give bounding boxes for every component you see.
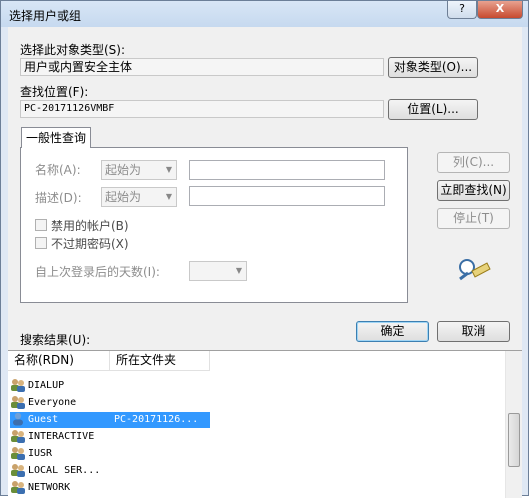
days-since-login-label: 自上次登录后的天数(I):: [35, 265, 160, 279]
locations-button[interactable]: 位置(L)...: [388, 99, 478, 120]
object-type-field: 用户或内置安全主体: [20, 58, 384, 76]
no-expire-checkbox[interactable]: [35, 237, 47, 249]
tab-general-query[interactable]: 一般性查询: [21, 127, 91, 148]
group-icon: [10, 480, 26, 494]
column-header-name[interactable]: 名称(RDN): [8, 351, 110, 371]
no-expire-label: 不过期密码(X): [51, 237, 129, 251]
group-icon: [10, 429, 26, 443]
row-name-text: Everyone: [28, 397, 77, 408]
table-row[interactable]: Everyone: [10, 395, 210, 411]
group-icon: [10, 446, 26, 460]
row-name: INTERACTIVE: [10, 429, 110, 445]
chevron-down-icon: ▼: [235, 266, 242, 275]
description-match-select[interactable]: 起始为 ▼: [101, 187, 177, 207]
window-title: 选择用户或组: [9, 9, 82, 23]
chevron-down-icon: ▼: [165, 165, 172, 174]
title-bar: 选择用户或组 ? X: [1, 1, 528, 27]
location-label: 查找位置(F):: [20, 85, 89, 99]
search-results-label: 搜索结果(U):: [20, 333, 91, 347]
table-row[interactable]: NETWORK: [10, 480, 210, 496]
table-row[interactable]: LOCAL SER...: [10, 463, 210, 479]
name-match-value: 起始为: [105, 163, 142, 177]
find-now-button[interactable]: 立即查找(N): [437, 180, 510, 201]
row-name: LOCAL SER...: [10, 463, 110, 479]
columns-button[interactable]: 列(C)...: [437, 152, 510, 173]
description-input[interactable]: [189, 186, 385, 206]
row-name: Everyone: [10, 395, 110, 411]
row-name-text: IUSR: [28, 448, 53, 459]
row-name-text: LOCAL SER...: [28, 465, 101, 476]
row-name: NETWORK: [10, 480, 110, 496]
row-name-text: NETWORK: [28, 482, 71, 493]
row-name-text: DIALUP: [28, 380, 65, 391]
days-since-login-select[interactable]: ▼: [189, 261, 247, 281]
cancel-button[interactable]: 取消: [437, 321, 510, 342]
general-query-panel: 名称(A): 起始为 ▼ 描述(D): 起始为 ▼ 禁用的帐户(B) 不过期密码…: [20, 147, 408, 303]
table-row[interactable]: IUSR: [10, 446, 210, 462]
name-match-select[interactable]: 起始为 ▼: [101, 160, 177, 180]
group-icon: [10, 463, 26, 477]
scrollbar-thumb[interactable]: [508, 413, 520, 467]
user-icon: [10, 412, 26, 426]
group-icon: [10, 395, 26, 409]
chevron-down-icon: ▼: [165, 192, 172, 201]
table-row[interactable]: INTERACTIVE: [10, 429, 210, 445]
search-results-list[interactable]: 名称(RDN) 所在文件夹 DIALUP Everyone Guest PC-2017…: [8, 350, 522, 498]
object-types-button[interactable]: 对象类型(O)...: [388, 57, 478, 78]
description-label: 描述(D):: [35, 191, 82, 205]
table-row[interactable]: Guest PC-20171126...: [10, 412, 210, 428]
row-name-text: Guest: [28, 414, 59, 425]
group-icon: [10, 378, 26, 392]
description-match-value: 起始为: [105, 190, 142, 204]
vertical-scrollbar[interactable]: [505, 351, 522, 498]
select-users-dialog: 选择用户或组 ? X 选择此对象类型(S): 用户或内置安全主体 对象类型(O)…: [0, 0, 529, 498]
row-folder: PC-20171126...: [110, 412, 210, 428]
name-label: 名称(A):: [35, 163, 81, 177]
row-name: DIALUP: [10, 378, 110, 394]
help-button[interactable]: ?: [447, 1, 477, 19]
close-button[interactable]: X: [477, 1, 523, 19]
table-row[interactable]: DIALUP: [10, 378, 210, 394]
search-flashlight-icon: [459, 259, 491, 281]
stop-button[interactable]: 停止(T): [437, 208, 510, 229]
disabled-accounts-label: 禁用的帐户(B): [51, 219, 129, 233]
column-header-folder[interactable]: 所在文件夹: [110, 351, 210, 371]
row-name: Guest: [10, 412, 110, 428]
location-field: PC-20171126VMBF: [20, 100, 384, 118]
row-name: IUSR: [10, 446, 110, 462]
name-input[interactable]: [189, 160, 385, 180]
object-type-label: 选择此对象类型(S):: [20, 43, 126, 57]
dialog-body: 选择此对象类型(S): 用户或内置安全主体 对象类型(O)... 查找位置(F)…: [8, 27, 522, 498]
row-name-text: INTERACTIVE: [28, 431, 95, 442]
ok-button[interactable]: 确定: [356, 321, 429, 342]
disabled-accounts-checkbox[interactable]: [35, 219, 47, 231]
